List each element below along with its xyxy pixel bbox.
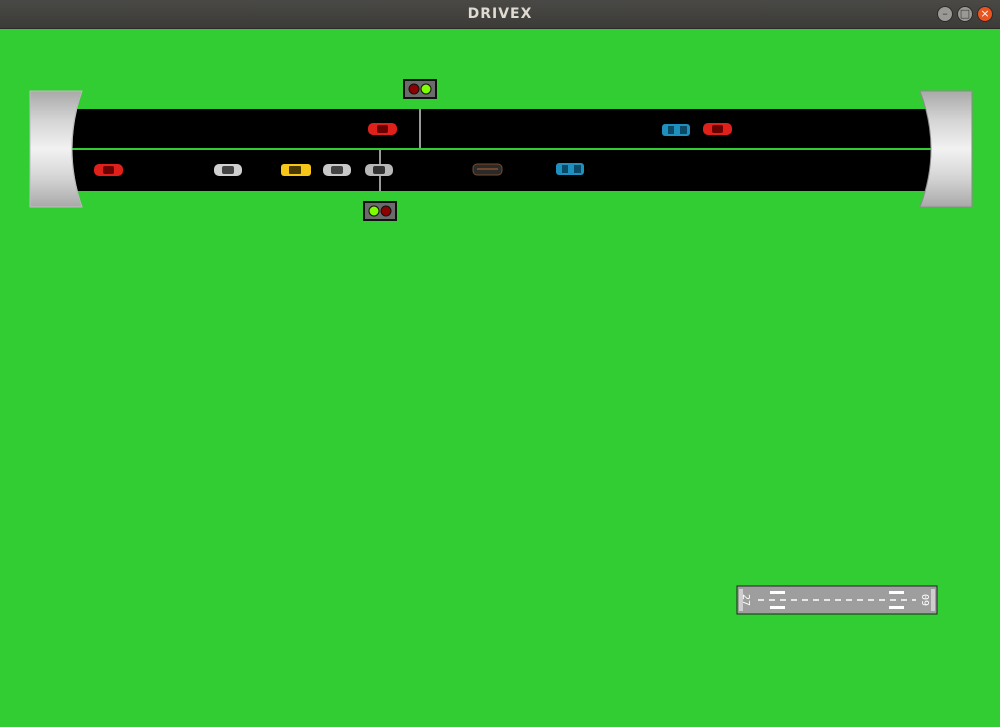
- traffic-light-top-red: [408, 83, 420, 95]
- car-yellow: [281, 164, 311, 176]
- minimize-button[interactable]: –: [937, 6, 953, 22]
- car-silver: [323, 164, 351, 176]
- car-blue: [662, 124, 690, 136]
- traffic-light-bottom-green: [368, 205, 380, 217]
- car-silver: [365, 164, 393, 176]
- car-red: [703, 123, 732, 135]
- runway-label-left: 27: [740, 594, 751, 606]
- traffic-light-top-green: [420, 83, 432, 95]
- traffic-light-bottom-red: [380, 205, 392, 217]
- maximize-button[interactable]: □: [957, 6, 973, 22]
- car-black: [472, 163, 503, 176]
- window-title: DRIVEX: [467, 6, 533, 22]
- close-button[interactable]: ×: [977, 6, 993, 22]
- runway-label-right: 09: [919, 594, 930, 606]
- car-silver: [214, 164, 242, 176]
- car-red: [94, 164, 123, 176]
- car-blue: [556, 163, 584, 175]
- traffic-light-top[interactable]: [403, 79, 437, 99]
- game-canvas[interactable]: 27 09: [0, 29, 1000, 727]
- traffic-light-bottom[interactable]: [363, 201, 397, 221]
- scene: 27 09: [29, 79, 973, 615]
- title-bar: DRIVEX – □ ×: [0, 0, 1000, 29]
- runway: 27 09: [736, 585, 938, 615]
- car-red: [368, 123, 397, 135]
